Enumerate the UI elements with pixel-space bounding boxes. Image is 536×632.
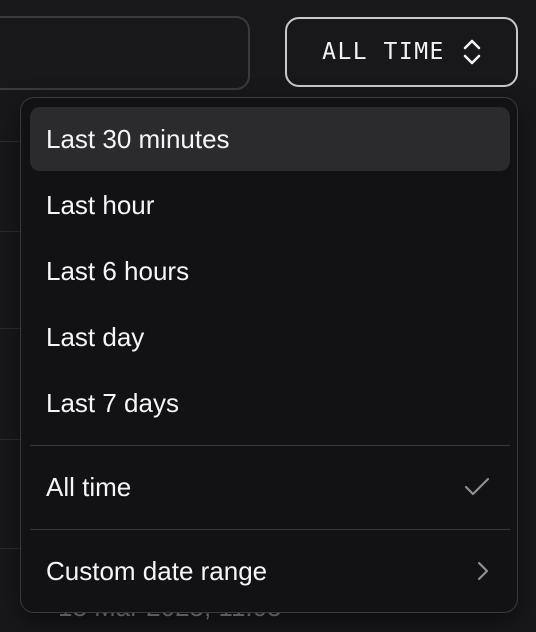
- menu-item-last-30-minutes[interactable]: Last 30 minutes: [30, 107, 510, 171]
- table-divider: [0, 231, 20, 232]
- page: 13 Mar 2025, 11:05 ALL TIME Last 30 minu…: [0, 0, 536, 632]
- menu-item-last-7-days[interactable]: Last 7 days: [30, 371, 510, 435]
- menu-item-label: Last hour: [46, 189, 155, 220]
- time-range-menu: Last 30 minutes Last hour Last 6 hours L…: [20, 97, 518, 613]
- chevron-right-icon: [476, 560, 490, 582]
- menu-item-custom-date-range[interactable]: Custom date range: [30, 539, 510, 603]
- menu-divider: [30, 445, 510, 446]
- menu-item-label: All time: [46, 471, 132, 502]
- menu-item-label: Last 6 hours: [46, 255, 190, 286]
- chevron-up-down-icon: [463, 39, 481, 65]
- table-divider: [0, 328, 20, 329]
- table-divider: [0, 141, 20, 142]
- menu-item-label: Last day: [46, 321, 145, 352]
- time-range-button[interactable]: ALL TIME: [285, 17, 518, 87]
- menu-divider: [30, 529, 510, 530]
- search-input[interactable]: [0, 16, 250, 90]
- checkmark-icon: [464, 476, 490, 498]
- menu-item-last-6-hours[interactable]: Last 6 hours: [30, 239, 510, 303]
- menu-item-last-hour[interactable]: Last hour: [30, 173, 510, 237]
- menu-item-last-day[interactable]: Last day: [30, 305, 510, 369]
- table-divider: [0, 439, 20, 440]
- time-range-label: ALL TIME: [322, 39, 445, 65]
- table-divider: [0, 548, 20, 549]
- menu-item-all-time[interactable]: All time: [30, 455, 510, 519]
- menu-item-label: Last 7 days: [46, 387, 179, 418]
- menu-item-label: Custom date range: [46, 555, 268, 586]
- menu-item-label: Last 30 minutes: [46, 123, 230, 154]
